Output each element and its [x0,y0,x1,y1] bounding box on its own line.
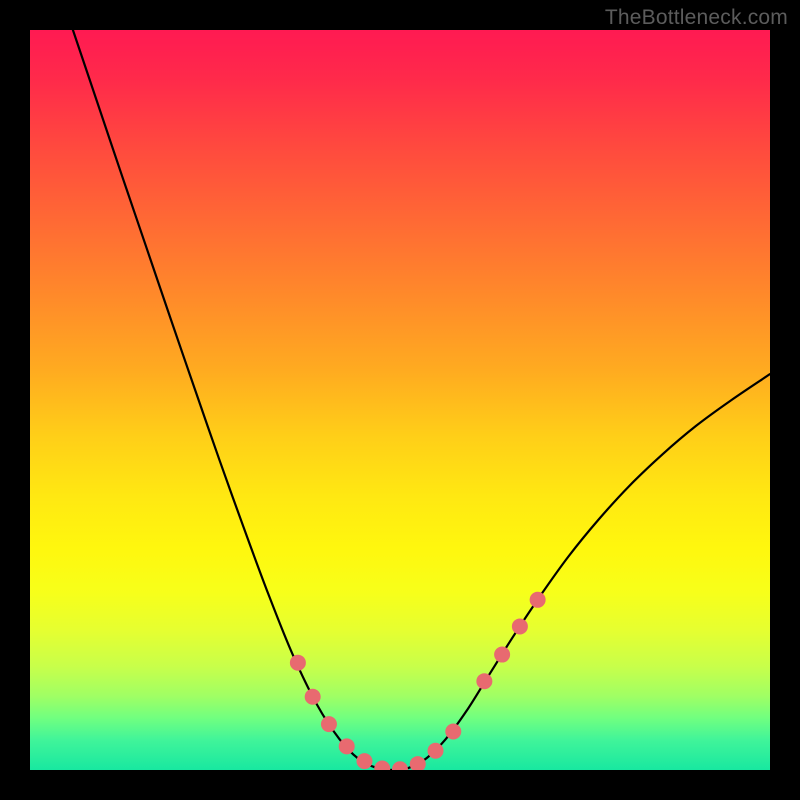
curve-marker [305,689,321,705]
curve-marker [410,756,426,770]
curve-marker [512,618,528,634]
curve-marker [392,761,408,770]
curve-marker [374,761,390,770]
curve-marker [428,743,444,759]
curve-marker [530,592,546,608]
curve-markers [290,592,546,770]
curve-marker [356,753,372,769]
curve-marker [290,655,306,671]
curve-marker [494,647,510,663]
v-curve [73,30,770,770]
watermark-text: TheBottleneck.com [605,6,788,30]
chart-frame: TheBottleneck.com [0,0,800,800]
curve-layer [30,30,770,770]
curve-marker [339,738,355,754]
curve-marker [321,716,337,732]
plot-area [30,30,770,770]
curve-marker [445,724,461,740]
curve-marker [476,673,492,689]
